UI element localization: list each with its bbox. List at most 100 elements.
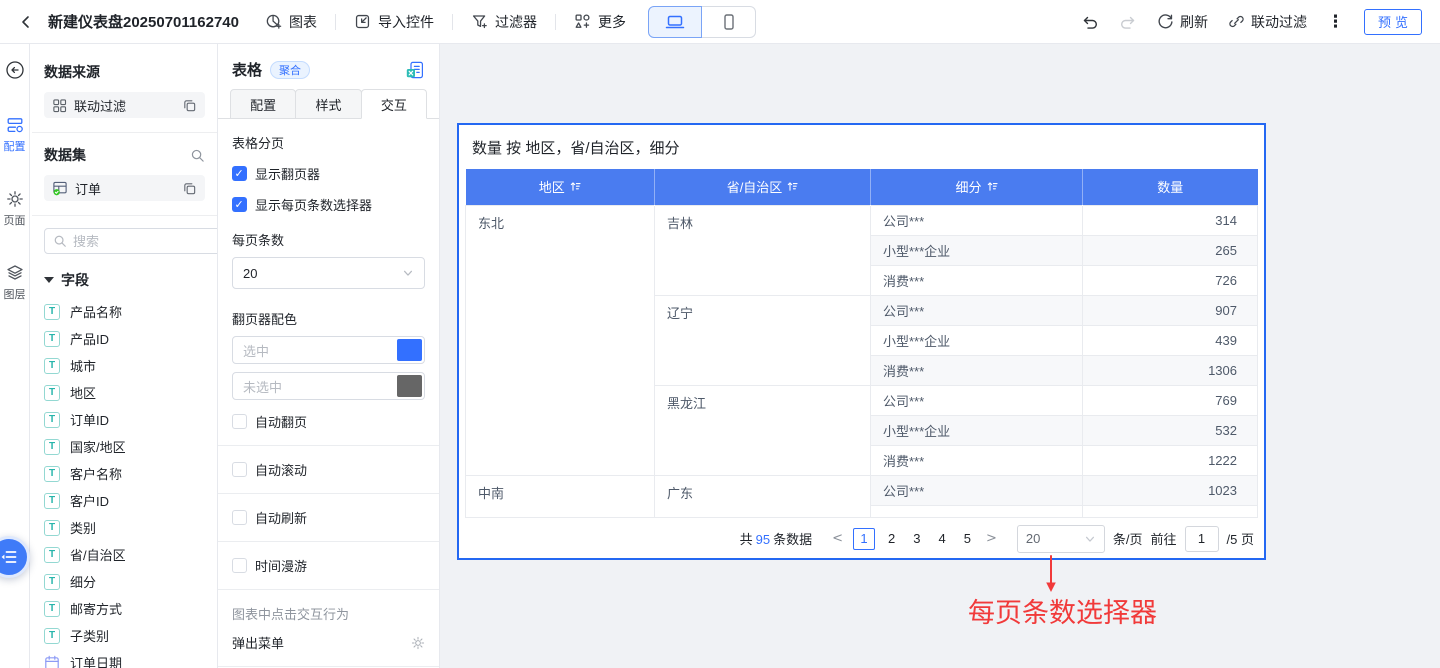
search-icon[interactable]	[190, 148, 205, 163]
fields-header[interactable]: 字段	[44, 270, 205, 290]
page-size-select[interactable]: 20	[232, 257, 425, 289]
field-item[interactable]: T国家/地区	[44, 433, 205, 460]
cell-quantity[interactable]: 907	[1083, 295, 1258, 325]
field-item[interactable]: T客户ID	[44, 487, 205, 514]
cell-region[interactable]: 中南	[466, 475, 655, 517]
page-button[interactable]: 3	[904, 531, 929, 546]
goto-page-input[interactable]: 1	[1185, 526, 1219, 552]
cell-segment[interactable]: 小型***企业	[871, 235, 1083, 265]
cell-quantity[interactable]: 265	[1083, 235, 1258, 265]
field-item[interactable]: T产品ID	[44, 325, 205, 352]
cell-segment[interactable]: 消费***	[871, 265, 1083, 295]
copy-icon[interactable]	[182, 98, 197, 113]
tab-config[interactable]: 配置	[230, 89, 296, 119]
sort-icon[interactable]	[787, 181, 798, 192]
cell-province[interactable]: 广东	[655, 475, 871, 517]
mobile-view-button[interactable]	[702, 6, 756, 38]
field-item[interactable]: 订单日期	[44, 649, 205, 668]
page-button[interactable]: 4	[930, 531, 955, 546]
auto-refresh-checkbox[interactable]	[232, 510, 247, 525]
table-chart-widget[interactable]: 数量 按 地区，省/自治区，细分 地区 省/自治区 细分 数量 东北吉林公司**…	[457, 123, 1266, 560]
unselected-color-swatch[interactable]	[397, 375, 422, 397]
rail-layer-label: 图层	[4, 286, 26, 302]
rail-item-page[interactable]: 页面	[4, 190, 26, 228]
cell-province[interactable]: 辽宁	[655, 295, 871, 385]
cell-segment[interactable]: 消费***	[871, 445, 1083, 475]
col-header-province[interactable]: 省/自治区	[655, 169, 871, 205]
redo-button[interactable]	[1119, 13, 1137, 31]
field-item[interactable]: T订单ID	[44, 406, 205, 433]
field-item[interactable]: T子类别	[44, 622, 205, 649]
field-item[interactable]: T类别	[44, 514, 205, 541]
field-item[interactable]: T产品名称	[44, 298, 205, 325]
more-widgets-button[interactable]: 更多	[564, 12, 636, 32]
sort-icon[interactable]	[570, 181, 581, 192]
tab-style[interactable]: 样式	[295, 89, 361, 119]
cell-quantity[interactable]: 726	[1083, 265, 1258, 295]
sort-icon[interactable]	[987, 181, 998, 192]
cell-segment[interactable]: 公司***	[871, 205, 1083, 235]
tab-interaction[interactable]: 交互	[361, 89, 427, 119]
back-button[interactable]	[12, 10, 40, 34]
undo-button[interactable]	[1081, 13, 1099, 31]
refresh-button[interactable]: 刷新	[1157, 12, 1208, 32]
field-item[interactable]: T邮寄方式	[44, 595, 205, 622]
rail-item-config[interactable]: 配置	[4, 116, 26, 154]
dashboard-canvas[interactable]: 数量 按 地区，省/自治区，细分 地区 省/自治区 细分 数量 东北吉林公司**…	[440, 44, 1440, 668]
page-size-selector[interactable]: 20	[1017, 525, 1105, 553]
dataset-item[interactable]: 订单	[44, 175, 205, 201]
field-item[interactable]: T客户名称	[44, 460, 205, 487]
import-widget-button[interactable]: 导入控件	[344, 12, 444, 32]
chart-button[interactable]: 图表	[255, 12, 327, 32]
time-roam-checkbox[interactable]	[232, 558, 247, 573]
panel-collapse-toggle[interactable]	[0, 536, 30, 578]
desktop-view-button[interactable]	[648, 6, 702, 38]
preview-button[interactable]: 预览	[1364, 9, 1422, 35]
page-button-current[interactable]: 1	[853, 528, 875, 550]
cell-segment[interactable]: 小型***企业	[871, 415, 1083, 445]
auto-scroll-checkbox[interactable]	[232, 462, 247, 477]
cell-segment[interactable]: 公司***	[871, 475, 1083, 505]
cell-segment[interactable]: 消费***	[871, 355, 1083, 385]
show-pager-checkbox[interactable]	[232, 166, 247, 181]
filter-button[interactable]: 过滤器	[461, 12, 547, 32]
cell-quantity[interactable]: 769	[1083, 385, 1258, 415]
cell-province[interactable]: 吉林	[655, 205, 871, 295]
linkage-filter-item[interactable]: 联动过滤	[44, 92, 205, 118]
col-header-quantity[interactable]: 数量	[1083, 169, 1258, 205]
copy-icon[interactable]	[182, 181, 197, 196]
col-header-segment[interactable]: 细分	[871, 169, 1083, 205]
rail-item-layer[interactable]: 图层	[4, 264, 26, 302]
cell-quantity[interactable]: 532	[1083, 415, 1258, 445]
linkage-filter-button[interactable]: 联动过滤	[1228, 12, 1307, 32]
cell-quantity[interactable]: 314	[1083, 205, 1258, 235]
cell-region[interactable]: 东北	[466, 205, 655, 475]
page-button[interactable]: 5	[955, 531, 980, 546]
field-item[interactable]: T省/自治区	[44, 541, 205, 568]
unselected-color-input[interactable]: 未选中	[232, 372, 425, 400]
cell-quantity[interactable]: 1023	[1083, 475, 1258, 505]
collapse-panel-button[interactable]	[5, 60, 25, 80]
cell-segment[interactable]: 公司***	[871, 295, 1083, 325]
field-item[interactable]: T细分	[44, 568, 205, 595]
next-page-button[interactable]: >	[980, 531, 1003, 546]
field-search-input[interactable]	[73, 234, 218, 249]
auto-paging-checkbox[interactable]	[232, 414, 247, 429]
selected-color-input[interactable]: 选中	[232, 336, 425, 364]
more-menu-button[interactable]: ⋮	[1327, 13, 1344, 30]
cell-quantity[interactable]: 439	[1083, 325, 1258, 355]
page-button[interactable]: 2	[879, 531, 904, 546]
show-page-size-selector-checkbox[interactable]	[232, 197, 247, 212]
cell-quantity[interactable]: 1306	[1083, 355, 1258, 385]
prev-page-button[interactable]: <	[826, 531, 849, 546]
field-item[interactable]: T地区	[44, 379, 205, 406]
cell-segment[interactable]: 公司***	[871, 385, 1083, 415]
cell-quantity[interactable]: 1222	[1083, 445, 1258, 475]
col-header-region[interactable]: 地区	[466, 169, 655, 205]
gear-icon[interactable]	[411, 636, 425, 650]
cell-province[interactable]: 黑龙江	[655, 385, 871, 475]
field-item[interactable]: T城市	[44, 352, 205, 379]
export-excel-button[interactable]	[405, 60, 425, 80]
selected-color-swatch[interactable]	[397, 339, 422, 361]
cell-segment[interactable]: 小型***企业	[871, 325, 1083, 355]
